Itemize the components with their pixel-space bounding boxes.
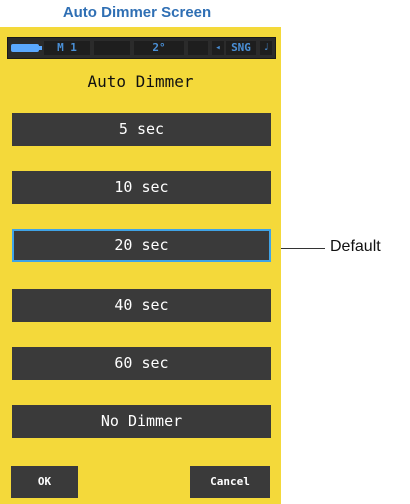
- cancel-button[interactable]: Cancel: [190, 466, 270, 498]
- option-20-sec[interactable]: 20 sec: [12, 229, 271, 262]
- memory-icon: ◂: [212, 41, 224, 55]
- blank-segment: [94, 41, 130, 55]
- battery-icon: [11, 44, 42, 52]
- page-title: Auto Dimmer: [87, 72, 194, 91]
- option-40-sec[interactable]: 40 sec: [12, 289, 271, 322]
- blank-segment-2: [188, 41, 208, 55]
- screen-caption: Auto Dimmer Screen: [62, 4, 212, 21]
- default-label: Default: [330, 238, 381, 255]
- status-bar: M 1 2° ◂ SNG ♩: [7, 37, 276, 59]
- mode-indicator: M 1: [44, 41, 90, 55]
- note-icon: ♩: [260, 41, 272, 55]
- option-no-dimmer[interactable]: No Dimmer: [12, 405, 271, 438]
- default-pointer-line: [281, 248, 325, 249]
- option-5-sec[interactable]: 5 sec: [12, 113, 271, 146]
- angle-indicator: 2°: [134, 41, 184, 55]
- option-60-sec[interactable]: 60 sec: [12, 347, 271, 380]
- shot-mode-indicator: SNG: [226, 41, 256, 55]
- option-10-sec[interactable]: 10 sec: [12, 171, 271, 204]
- ok-button[interactable]: OK: [11, 466, 78, 498]
